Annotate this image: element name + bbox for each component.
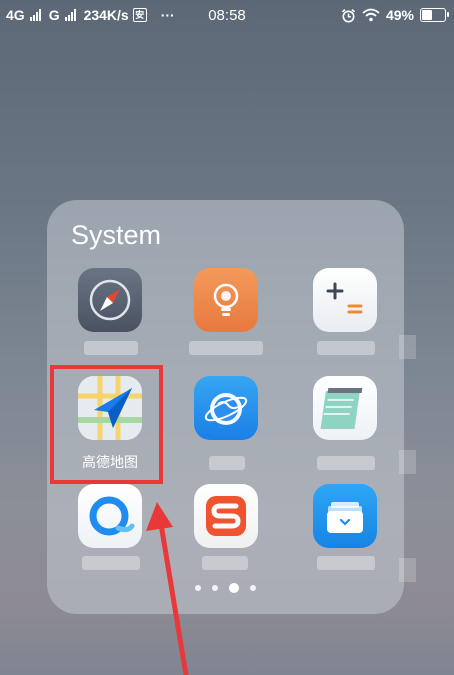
pointer-arrow-icon (146, 502, 189, 675)
